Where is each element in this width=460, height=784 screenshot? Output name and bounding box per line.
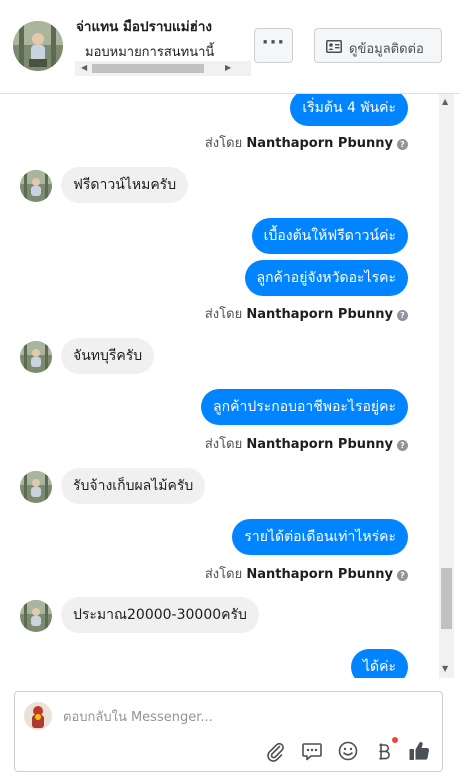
scroll-left-arrow-icon[interactable]: ◀: [81, 63, 87, 72]
name-horizontal-scrollbar[interactable]: ◀ ▶: [75, 61, 251, 76]
message-thread[interactable]: เริ่มต้น 4 พันค่ะ ส่งโดย Nanthaporn Pbun…: [0, 94, 460, 678]
outgoing-message[interactable]: เริ่มต้น 4 พันค่ะ: [290, 94, 408, 126]
ellipsis-icon: ···: [261, 32, 286, 53]
sender-name[interactable]: Nanthaporn Pbunny: [246, 567, 393, 582]
info-icon[interactable]: ?: [397, 440, 408, 451]
reply-input[interactable]: [63, 707, 423, 727]
info-icon[interactable]: ?: [397, 139, 408, 150]
page-avatar: [24, 702, 52, 730]
outgoing-message[interactable]: ลูกค้าประกอบอาชีพอะไรอยู่คะ: [201, 389, 408, 425]
contact-avatar-small[interactable]: [20, 341, 52, 373]
sent-by-label: ส่งโดย Nanthaporn Pbunny?: [205, 563, 408, 582]
contact-name-box: จ่าแทน มือปราบแม่ฮ่าง มอบหมายการสนทนานี้…: [75, 13, 251, 77]
incoming-message-row: รับจ้างเก็บผลไม้ครับ: [0, 468, 460, 504]
scroll-right-arrow-icon[interactable]: ▶: [225, 63, 231, 72]
contact-name[interactable]: จ่าแทน มือปราบแม่ฮ่าง: [76, 15, 212, 37]
contact-avatar-small[interactable]: [20, 600, 52, 632]
contact-avatar[interactable]: [13, 21, 63, 71]
incoming-message-row: ฟรีดาวน์ไหมครับ: [0, 167, 460, 203]
notification-dot: [392, 737, 398, 743]
scrollbar-thumb[interactable]: [92, 64, 204, 73]
contact-button-label: ดูข้อมูลติดต่อ: [349, 42, 424, 57]
sender-name[interactable]: Nanthaporn Pbunny: [246, 307, 393, 322]
outgoing-message[interactable]: ได้ค่ะ: [350, 649, 408, 678]
sender-name[interactable]: Nanthaporn Pbunny: [246, 437, 393, 452]
incoming-message[interactable]: ประมาณ20000-30000ครับ: [61, 597, 259, 633]
incoming-message-row: จันทบุรีครับ: [0, 338, 460, 374]
info-icon[interactable]: ?: [397, 570, 408, 581]
smiley-icon: [338, 741, 358, 761]
baht-icon: [379, 743, 390, 760]
attach-file-button[interactable]: [264, 740, 286, 762]
incoming-message[interactable]: ฟรีดาวน์ไหมครับ: [61, 167, 189, 203]
scroll-down-arrow-icon[interactable]: ▼: [442, 664, 448, 673]
thumbs-up-icon: [409, 742, 430, 760]
contact-card-icon: [326, 40, 342, 53]
contact-avatar-small[interactable]: [20, 170, 52, 202]
scrollbar-thumb[interactable]: [441, 568, 452, 629]
conversation-header: จ่าแทน มือปราบแม่ฮ่าง มอบหมายการสนทนานี้…: [0, 0, 460, 94]
sent-by-label: ส่งโดย Nanthaporn Pbunny?: [205, 303, 408, 322]
incoming-message[interactable]: รับจ้างเก็บผลไม้ครับ: [61, 468, 206, 504]
info-icon[interactable]: ?: [397, 310, 408, 321]
outgoing-message[interactable]: รายได้ต่อเดือนเท่าไหร่คะ: [232, 519, 408, 555]
incoming-message[interactable]: จันทบุรีครับ: [61, 338, 155, 374]
scroll-up-arrow-icon[interactable]: ▲: [442, 97, 448, 106]
assign-conversation-link[interactable]: มอบหมายการสนทนานี้: [85, 41, 214, 62]
saved-replies-button[interactable]: [301, 740, 323, 762]
payment-button[interactable]: [373, 740, 395, 762]
outgoing-message[interactable]: ลูกค้าอยู่จังหวัดอะไรคะ: [244, 260, 408, 296]
contact-avatar-small[interactable]: [20, 471, 52, 503]
incoming-message-row: ประมาณ20000-30000ครับ: [0, 597, 460, 633]
thread-scrollbar[interactable]: ▲ ▼: [439, 94, 454, 678]
outgoing-message[interactable]: เบื้องต้นให้ฟรีดาวน์ค่ะ: [251, 218, 408, 254]
chat-bubble-icon: [302, 743, 322, 761]
more-options-button[interactable]: ···: [254, 28, 293, 63]
view-contact-info-button[interactable]: ดูข้อมูลติดต่อ: [314, 28, 442, 63]
sender-name[interactable]: Nanthaporn Pbunny: [246, 136, 393, 151]
paperclip-icon: [267, 742, 284, 762]
sent-by-label: ส่งโดย Nanthaporn Pbunny?: [205, 132, 408, 151]
emoji-button[interactable]: [337, 740, 359, 762]
reply-composer: [14, 691, 443, 772]
sent-by-label: ส่งโดย Nanthaporn Pbunny?: [205, 433, 408, 452]
send-like-button[interactable]: [408, 740, 430, 762]
